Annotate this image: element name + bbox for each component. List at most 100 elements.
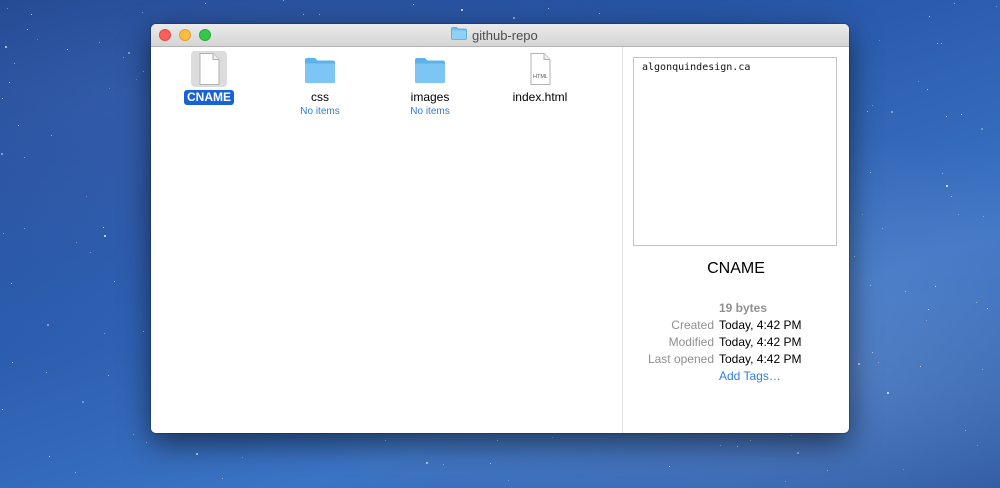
star xyxy=(27,29,28,30)
star xyxy=(827,470,828,471)
star xyxy=(205,3,206,4)
file-icon-container: HTML xyxy=(522,51,558,87)
preview-content: algonquindesign.ca xyxy=(642,62,751,73)
star xyxy=(954,3,955,4)
star xyxy=(882,228,883,229)
star xyxy=(872,105,873,106)
star xyxy=(104,333,105,334)
star xyxy=(461,9,463,11)
star xyxy=(854,256,855,257)
star xyxy=(552,437,553,438)
star xyxy=(497,440,498,441)
star xyxy=(385,440,386,441)
file-grid: CNAME css No items images No items HTML … xyxy=(151,47,622,433)
file-item-cname[interactable]: CNAME xyxy=(154,51,264,106)
document-icon xyxy=(199,53,220,85)
star xyxy=(977,445,978,446)
file-name-css: css xyxy=(311,90,329,104)
star xyxy=(872,352,873,353)
star xyxy=(86,196,87,197)
file-icon-container xyxy=(412,51,448,87)
star xyxy=(867,111,868,112)
title-bar[interactable]: github-repo xyxy=(151,24,849,47)
star xyxy=(109,88,110,89)
desktop-background: github-repo CNAME css No items images No… xyxy=(0,0,1000,488)
star xyxy=(7,8,8,9)
star xyxy=(951,196,952,197)
star xyxy=(303,14,304,15)
star xyxy=(879,40,880,41)
star xyxy=(983,216,984,217)
star xyxy=(2,409,3,410)
star xyxy=(797,452,799,454)
file-name-images: images xyxy=(410,90,450,104)
preview-filename: CNAME xyxy=(707,260,765,277)
star xyxy=(785,481,786,482)
modified-value: Today, 4:42 PM xyxy=(719,335,802,349)
star xyxy=(143,71,144,72)
file-item-index-html[interactable]: HTML index.html xyxy=(485,51,595,106)
close-button[interactable] xyxy=(159,29,171,41)
file-item-css[interactable]: css No items xyxy=(265,51,375,118)
window-title-group: github-repo xyxy=(451,27,538,43)
star xyxy=(51,135,52,136)
star xyxy=(750,440,751,441)
file-item-images[interactable]: images No items xyxy=(375,51,485,118)
star xyxy=(858,363,860,365)
star xyxy=(103,227,104,228)
star xyxy=(31,14,32,15)
star xyxy=(75,472,76,473)
star xyxy=(2,98,3,99)
star xyxy=(669,466,670,467)
last-opened-label: Last opened xyxy=(647,352,714,366)
file-icon-container xyxy=(302,51,338,87)
window-title: github-repo xyxy=(472,27,538,43)
star xyxy=(548,8,549,9)
star xyxy=(196,453,198,455)
file-subtitle-css: No items xyxy=(300,106,340,117)
file-name-index-html: index.html xyxy=(512,90,568,104)
star xyxy=(242,457,243,458)
star xyxy=(47,324,49,326)
star xyxy=(920,366,921,367)
star xyxy=(9,82,10,83)
star xyxy=(905,291,906,292)
metadata-row-created: Created Today, 4:42 PM xyxy=(623,318,849,335)
star xyxy=(791,435,792,436)
star xyxy=(143,331,144,332)
star xyxy=(490,463,491,464)
file-metadata: 19 bytes Created Today, 4:42 PM Modified… xyxy=(623,301,849,386)
star xyxy=(90,252,91,253)
star xyxy=(903,469,904,470)
star xyxy=(128,52,130,54)
folder-icon xyxy=(451,27,467,43)
star xyxy=(961,114,962,115)
star xyxy=(136,79,137,80)
star xyxy=(46,372,47,373)
star xyxy=(935,286,936,287)
star xyxy=(929,16,930,17)
zoom-button[interactable] xyxy=(199,29,211,41)
star xyxy=(82,401,84,403)
star xyxy=(508,480,509,481)
metadata-row-last-opened: Last opened Today, 4:42 PM xyxy=(623,352,849,369)
add-tags-link[interactable]: Add Tags… xyxy=(719,369,781,383)
minimize-button[interactable] xyxy=(179,29,191,41)
star xyxy=(878,362,879,363)
star xyxy=(67,49,68,50)
star xyxy=(142,12,143,13)
star xyxy=(720,445,721,446)
star xyxy=(1,153,3,155)
star xyxy=(283,0,284,1)
star xyxy=(946,116,947,117)
star xyxy=(108,375,109,376)
star xyxy=(987,308,988,309)
star xyxy=(927,89,928,90)
created-value: Today, 4:42 PM xyxy=(719,318,802,332)
file-subtitle-images: No items xyxy=(410,106,450,117)
file-name-cname: CNAME xyxy=(184,90,234,105)
star xyxy=(941,43,942,44)
finder-window: github-repo CNAME css No items images No… xyxy=(151,24,849,433)
star xyxy=(11,283,12,284)
star xyxy=(946,185,948,187)
